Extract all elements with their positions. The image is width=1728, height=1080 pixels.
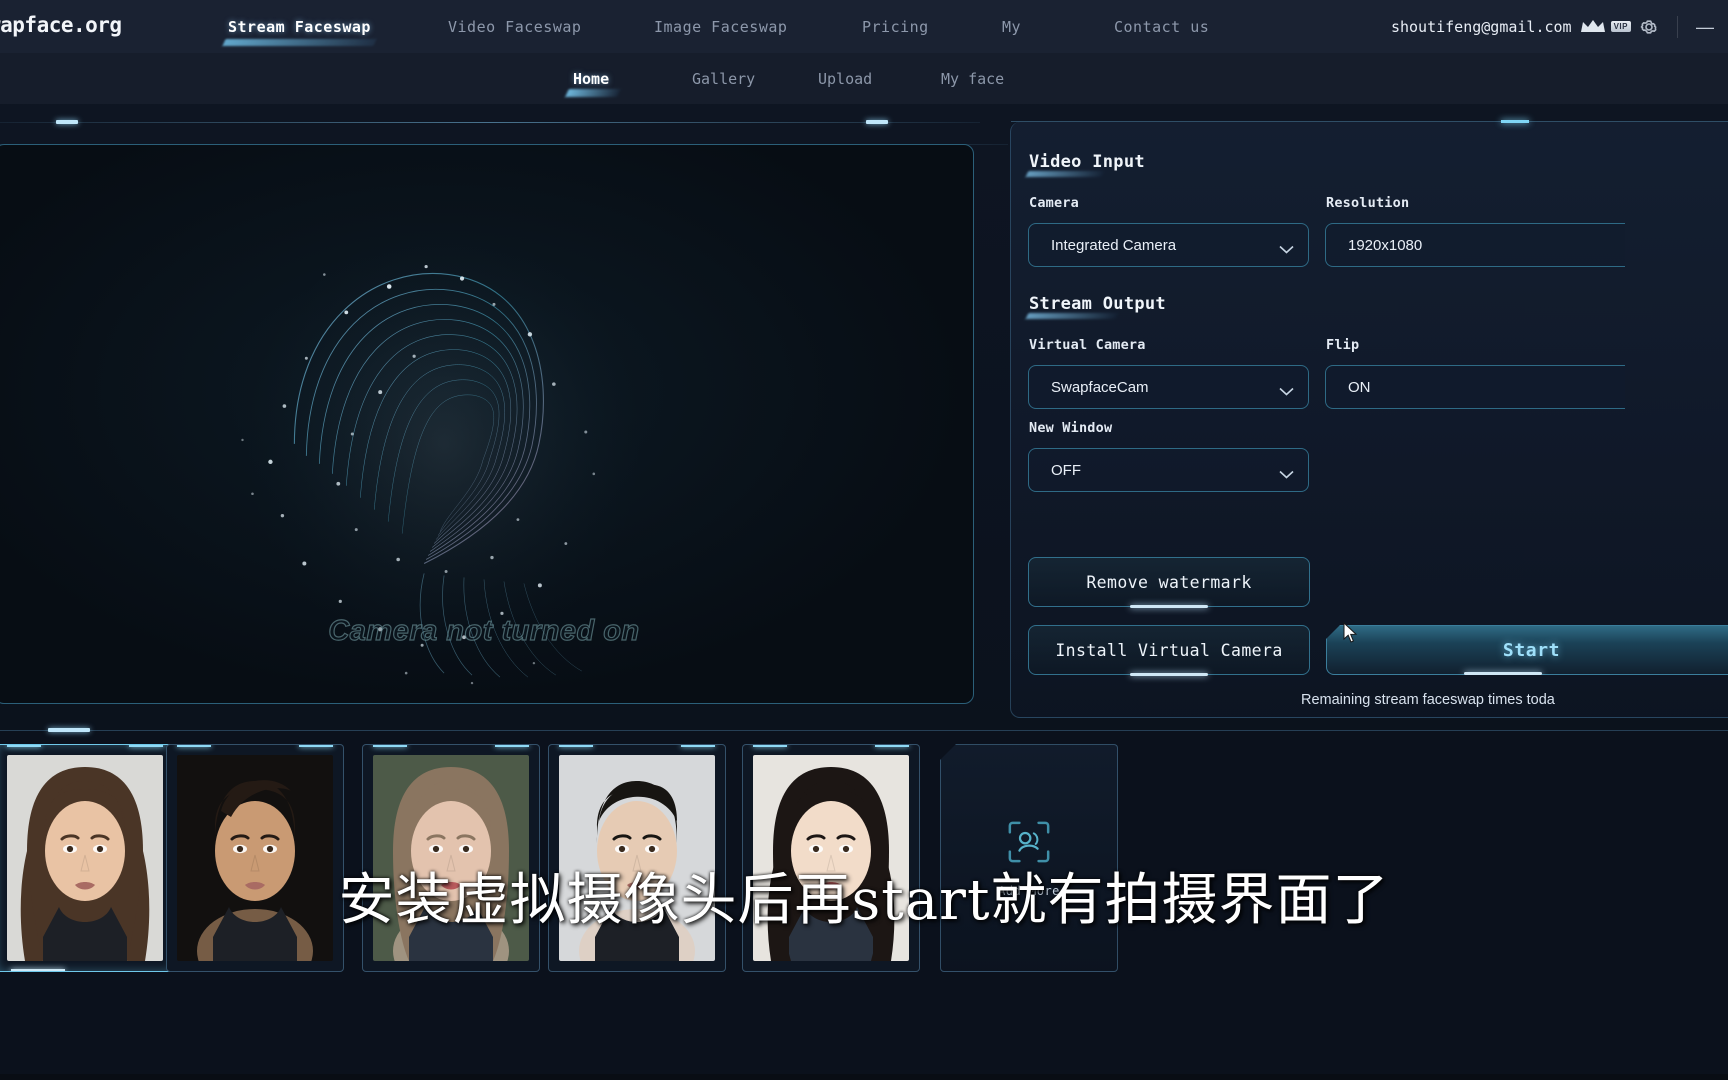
brand-logo[interactable]: wapface.org	[0, 13, 122, 37]
install-virtual-camera-button[interactable]: Install Virtual Camera	[1028, 625, 1310, 675]
camera-select[interactable]: Integrated Camera	[1028, 223, 1309, 267]
nav-item-my[interactable]: My	[1002, 18, 1021, 36]
face-image	[177, 755, 333, 961]
card-tick-top-left	[7, 745, 41, 747]
face-library-strip: Add More	[0, 728, 1728, 1080]
resolution-select[interactable]: 1920x1080	[1325, 223, 1625, 267]
chevron-down-icon	[1279, 383, 1294, 396]
nav-item-image-faceswap[interactable]: Image Faceswap	[654, 18, 787, 36]
crown-icon	[1580, 19, 1606, 34]
card-tick-top-right	[681, 745, 715, 747]
camera-status-text: Camera not turned on	[328, 614, 640, 647]
top-bar: wapface.org Stream Faceswap Video Faceswa…	[0, 0, 1728, 53]
card-tick-top-right	[875, 745, 909, 747]
strip-top-line	[0, 730, 1728, 731]
new-window-select[interactable]: OFF	[1028, 448, 1309, 492]
video-input-title: Video Input	[1029, 152, 1145, 172]
card-tick-top-left	[177, 745, 211, 747]
face-thumb[interactable]	[166, 744, 344, 972]
face-image	[753, 755, 909, 961]
card-tick-bottom-left	[11, 969, 65, 971]
flip-label: Flip	[1326, 337, 1360, 353]
card-tick-top-left	[753, 745, 787, 747]
video-preview-frame[interactable]: Camera not turned on	[0, 144, 974, 704]
face-image	[7, 755, 163, 961]
resolution-label: Resolution	[1326, 195, 1410, 211]
face-thumb[interactable]	[362, 744, 540, 972]
panel-top-line	[1011, 121, 1728, 122]
panel-tick	[1501, 120, 1529, 123]
start-button[interactable]: Start	[1326, 625, 1728, 675]
stream-output-title: Stream Output	[1029, 294, 1166, 314]
minimize-icon[interactable]: —	[1696, 18, 1718, 36]
new-window-label: New Window	[1029, 420, 1113, 436]
card-tick-top-right	[129, 745, 163, 747]
new-window-select-value: OFF	[1051, 461, 1081, 479]
subnav-item-upload[interactable]: Upload	[818, 70, 872, 88]
card-tick-top-left	[559, 745, 593, 747]
face-thumb[interactable]	[742, 744, 920, 972]
vip-badge: VIP	[1610, 21, 1631, 32]
face-scan-icon	[1006, 819, 1052, 870]
account-email[interactable]: shoutifeng@gmail.com	[1391, 18, 1572, 36]
chevron-down-icon	[1279, 241, 1294, 254]
window-divider	[1677, 15, 1678, 38]
subnav-item-gallery[interactable]: Gallery	[692, 70, 755, 88]
resolution-select-value: 1920x1080	[1348, 236, 1423, 254]
taskbar-edge	[0, 1074, 1728, 1080]
strip-tick-1	[48, 728, 90, 732]
flip-select-value: ON	[1348, 378, 1371, 396]
preview-panel: Camera not turned on	[0, 122, 982, 718]
nav-item-stream-faceswap[interactable]: Stream Faceswap	[228, 18, 371, 36]
sub-nav: Home Gallery Upload My face	[0, 53, 1728, 104]
camera-label: Camera	[1029, 195, 1079, 211]
add-more-label: Add More	[998, 883, 1060, 898]
flip-select[interactable]: ON	[1325, 365, 1625, 409]
virtual-camera-select-value: SwapfaceCam	[1051, 378, 1149, 396]
card-tick-top-right	[495, 745, 529, 747]
face-image	[373, 755, 529, 961]
card-tick-top-right	[299, 745, 333, 747]
account-area: shoutifeng@gmail.com VIP —	[1391, 0, 1728, 53]
camera-select-value: Integrated Camera	[1051, 236, 1177, 254]
remaining-times-text: Remaining stream faceswap times toda	[1301, 692, 1555, 708]
virtual-camera-label: Virtual Camera	[1029, 337, 1146, 353]
control-panel: Video Input Camera Integrated Camera Res…	[1010, 120, 1728, 718]
add-more-card[interactable]: Add More	[940, 744, 1118, 972]
chevron-down-icon	[1279, 466, 1294, 479]
subnav-item-home[interactable]: Home	[573, 70, 609, 88]
remove-watermark-button[interactable]: Remove watermark	[1028, 557, 1310, 607]
nav-item-contact-us[interactable]: Contact us	[1114, 18, 1209, 36]
card-tick-top-left	[373, 745, 407, 747]
face-thumb[interactable]	[0, 744, 174, 972]
nav-item-video-faceswap[interactable]: Video Faceswap	[448, 18, 581, 36]
nav-item-pricing[interactable]: Pricing	[862, 18, 929, 36]
virtual-camera-select[interactable]: SwapfaceCam	[1028, 365, 1309, 409]
app-window: wapface.org Stream Faceswap Video Faceswa…	[0, 0, 1728, 1080]
subnav-item-my-face[interactable]: My face	[941, 70, 1004, 88]
face-image	[559, 755, 715, 961]
face-thumb[interactable]	[548, 744, 726, 972]
gear-icon[interactable]	[1639, 17, 1659, 37]
